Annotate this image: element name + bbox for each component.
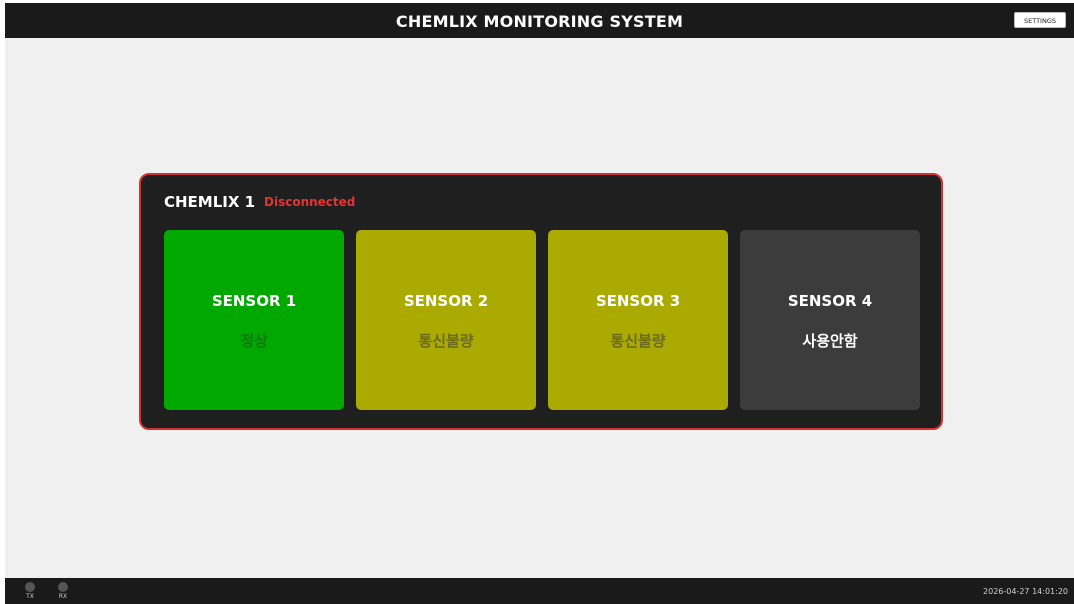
rx-indicator: RX bbox=[53, 582, 73, 600]
sensor-state: 정상 bbox=[240, 332, 268, 350]
sensor-name: SENSOR 3 bbox=[595, 292, 681, 310]
sensor-name: SENSOR 4 bbox=[787, 292, 873, 310]
sensor-tile-3[interactable]: SENSOR 3 통신불량 bbox=[548, 230, 728, 410]
device-card: CHEMLIX 1 Disconnected SENSOR 1 정상 SENSO… bbox=[139, 173, 943, 430]
tx-led-icon bbox=[25, 582, 35, 592]
sensor-name: SENSOR 2 bbox=[403, 292, 489, 310]
sensor-tile-1[interactable]: SENSOR 1 정상 bbox=[164, 230, 344, 410]
status-bar: TX RX 2026-04-27 14:01:20 bbox=[5, 578, 1074, 604]
device-name: CHEMLIX 1 bbox=[164, 193, 256, 211]
sensor-tile-2[interactable]: SENSOR 2 통신불량 bbox=[356, 230, 536, 410]
tx-indicator: TX bbox=[20, 582, 40, 600]
device-status: Disconnected bbox=[264, 195, 356, 209]
sensor-state: 통신불량 bbox=[418, 332, 474, 350]
top-bar: CHEMLIX MONITORING SYSTEM SETTINGS bbox=[5, 3, 1074, 38]
rx-label: RX bbox=[58, 593, 68, 600]
sensor-state: 사용안함 bbox=[802, 332, 858, 350]
sensor-name: SENSOR 1 bbox=[211, 292, 297, 310]
app-window: CHEMLIX MONITORING SYSTEM SETTINGS CHEML… bbox=[5, 3, 1074, 604]
settings-button[interactable]: SETTINGS bbox=[1014, 12, 1066, 28]
app-title: CHEMLIX MONITORING SYSTEM bbox=[395, 12, 684, 31]
sensor-state: 통신불량 bbox=[610, 332, 666, 350]
sensor-tile-4[interactable]: SENSOR 4 사용안함 bbox=[740, 230, 920, 410]
rx-led-icon bbox=[58, 582, 68, 592]
datetime-display: 2026-04-27 14:01:20 bbox=[983, 587, 1068, 596]
tx-label: TX bbox=[26, 593, 34, 600]
